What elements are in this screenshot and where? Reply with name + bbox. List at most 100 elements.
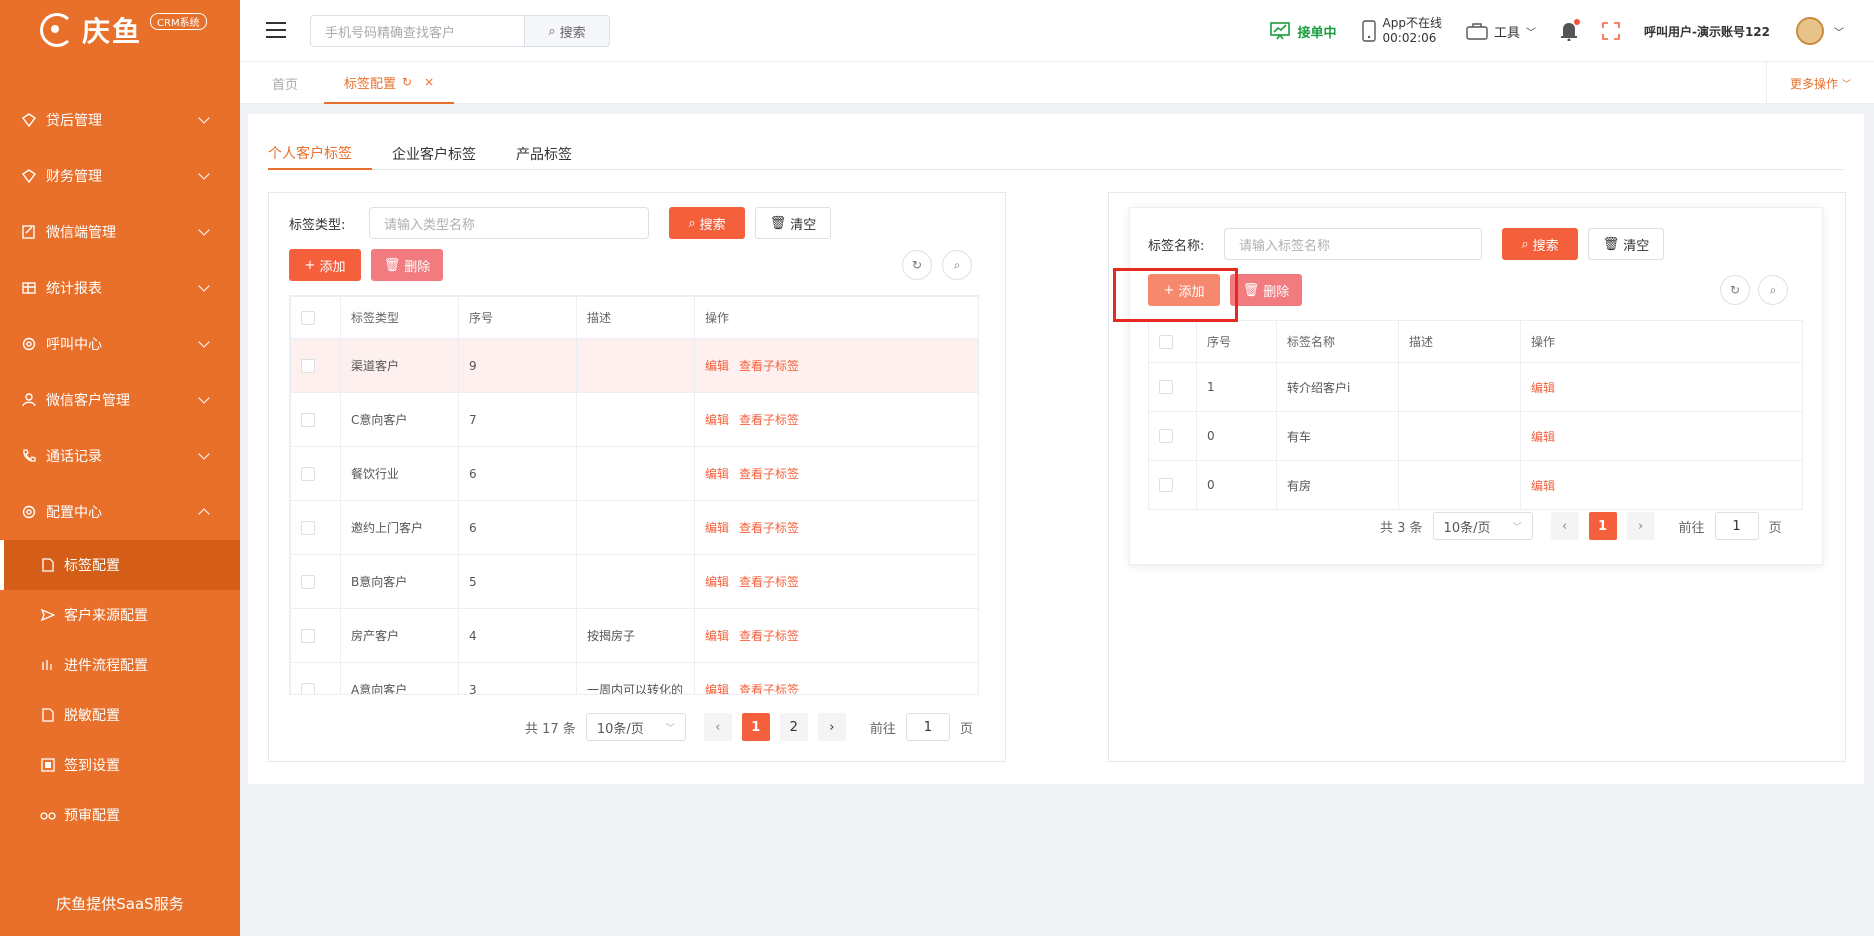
tab-personal-tags[interactable]: 个人客户标签 xyxy=(268,138,372,170)
prev-page-button[interactable]: ‹ xyxy=(703,713,732,741)
row-checkbox[interactable] xyxy=(301,574,315,589)
sidebar-item-call-center[interactable]: 呼叫中心 xyxy=(0,316,240,372)
table-row[interactable]: 餐饮行业 6 编辑 查看子标签 xyxy=(290,446,978,501)
sidebar-subitem-desensitize-config[interactable]: 脱敏配置 xyxy=(0,690,240,740)
refresh-button[interactable]: ↻ xyxy=(1720,275,1750,305)
row-checkbox[interactable] xyxy=(301,628,315,643)
tab-product-tags[interactable]: 产品标签 xyxy=(516,138,592,170)
view-subtags-link[interactable]: 查看子标签 xyxy=(739,413,799,427)
fullscreen-button[interactable] xyxy=(1602,22,1620,40)
view-subtags-link[interactable]: 查看子标签 xyxy=(739,629,799,643)
sidebar-subitem-precheck-config[interactable]: 预审配置 xyxy=(0,790,240,840)
add-button[interactable]: + 添加 xyxy=(289,249,361,281)
table-row[interactable]: 房产客户 4 按揭房子 编辑 查看子标签 xyxy=(290,608,978,663)
goto-page-input[interactable]: 1 xyxy=(1714,512,1759,540)
row-checkbox[interactable] xyxy=(1159,380,1173,394)
edit-link[interactable]: 编辑 xyxy=(705,575,729,589)
page-1-button[interactable]: 1 xyxy=(1588,512,1617,540)
view-subtags-link[interactable]: 查看子标签 xyxy=(739,575,799,589)
table-row[interactable]: 0 有房 编辑 xyxy=(1148,460,1803,510)
delete-button[interactable]: 🗑 删除 xyxy=(371,249,443,281)
customer-search-input[interactable]: 手机号码精确查找客户 xyxy=(310,15,525,47)
edit-link[interactable]: 编辑 xyxy=(1531,479,1555,493)
row-checkbox[interactable] xyxy=(301,520,315,535)
table-row[interactable]: 渠道客户 9 编辑 查看子标签 xyxy=(290,338,978,393)
sidebar-item-post-loan[interactable]: 贷后管理 xyxy=(0,92,240,148)
row-checkbox[interactable] xyxy=(301,358,315,373)
column-header: 序号 xyxy=(458,296,577,339)
delete-button[interactable]: 🗑 删除 xyxy=(1230,274,1302,306)
page-1-button[interactable]: 1 xyxy=(741,713,770,741)
next-page-button[interactable]: › xyxy=(1626,512,1655,540)
tab-company-tags[interactable]: 企业客户标签 xyxy=(392,138,496,170)
table-row[interactable]: B意向客户 5 编辑 查看子标签 xyxy=(290,554,978,609)
tag-name-input[interactable]: 请输入标签名称 xyxy=(1224,228,1482,260)
view-subtags-link[interactable]: 查看子标签 xyxy=(739,521,799,535)
sidebar-item-wechat[interactable]: 微信端管理 xyxy=(0,204,240,260)
table-row[interactable]: 邀约上门客户 6 编辑 查看子标签 xyxy=(290,500,978,555)
row-checkbox[interactable] xyxy=(301,412,315,427)
edit-link[interactable]: 编辑 xyxy=(705,629,729,643)
app-status[interactable]: App不在线 00:02:06 xyxy=(1361,16,1442,46)
edit-link[interactable]: 编辑 xyxy=(705,683,729,694)
sidebar-subitem-flow-config[interactable]: 进件流程配置 xyxy=(0,640,240,690)
table-row[interactable]: 0 有车 编辑 xyxy=(1148,411,1803,461)
sidebar-item-finance[interactable]: 财务管理 xyxy=(0,148,240,204)
search-button[interactable]: ⌕ 搜索 xyxy=(1502,228,1578,260)
edit-link[interactable]: 编辑 xyxy=(1531,430,1555,444)
page-size-select[interactable]: 10条/页 ﹀ xyxy=(1432,512,1533,540)
page-size-select[interactable]: 10条/页 ﹀ xyxy=(585,713,686,741)
sidebar-item-config-center[interactable]: 配置中心 xyxy=(0,484,240,540)
tag-name-cell: 有房 xyxy=(1276,460,1399,510)
page-2-button[interactable]: 2 xyxy=(779,713,808,741)
sidebar-item-reports[interactable]: 统计报表 xyxy=(0,260,240,316)
edit-link[interactable]: 编辑 xyxy=(705,359,729,373)
tab-tag-config[interactable]: 标签配置 ↻ × xyxy=(324,62,455,104)
row-checkbox[interactable] xyxy=(301,682,315,694)
row-checkbox[interactable] xyxy=(1159,429,1173,443)
row-checkbox[interactable] xyxy=(1159,478,1173,492)
tools-dropdown[interactable]: 工具 ﹀ xyxy=(1466,22,1536,41)
notification-bell[interactable] xyxy=(1560,19,1580,41)
sidebar-subitem-source-config[interactable]: 客户来源配置 xyxy=(0,590,240,640)
more-operations-dropdown[interactable]: 更多操作 ﹀ xyxy=(1766,62,1874,104)
sidebar-subitem-tag-config[interactable]: 标签配置 xyxy=(0,540,240,590)
customer-search-button[interactable]: ⌕ 搜索 xyxy=(525,15,610,47)
refresh-icon[interactable]: ↻ xyxy=(402,75,412,89)
refresh-button[interactable]: ↻ xyxy=(902,250,932,280)
sidebar-item-label: 呼叫中心 xyxy=(46,337,102,353)
edit-link[interactable]: 编辑 xyxy=(705,413,729,427)
table-row[interactable]: C意向客户 7 编辑 查看子标签 xyxy=(290,392,978,447)
sidebar-item-wechat-customers[interactable]: 微信客户管理 xyxy=(0,372,240,428)
logo[interactable]: 庆鱼 CRM系统 xyxy=(0,0,240,60)
clear-button[interactable]: 🗑 清空 xyxy=(1588,228,1664,260)
tab-home[interactable]: 首页 xyxy=(272,62,298,104)
select-all-checkbox[interactable] xyxy=(1159,334,1173,349)
clear-button[interactable]: 🗑 清空 xyxy=(755,207,831,239)
edit-link[interactable]: 编辑 xyxy=(705,521,729,535)
view-subtags-link[interactable]: 查看子标签 xyxy=(739,683,799,694)
edit-link[interactable]: 编辑 xyxy=(705,467,729,481)
next-page-button[interactable]: › xyxy=(817,713,846,741)
chevron-down-icon xyxy=(198,168,210,180)
table-row[interactable]: A意向客户 3 一周内可以转化的 编辑 查看子标签 xyxy=(290,662,978,694)
sidebar-item-call-records[interactable]: 通话记录 xyxy=(0,428,240,484)
table-row[interactable]: 1 转介绍客户i 编辑 xyxy=(1148,362,1803,412)
row-checkbox[interactable] xyxy=(301,466,315,481)
order-status-toggle[interactable]: 接单中 xyxy=(1269,21,1337,41)
goto-page-input[interactable]: 1 xyxy=(905,713,950,741)
view-subtags-link[interactable]: 查看子标签 xyxy=(739,467,799,481)
left-pagination: 共 17 条 10条/页 ﹀ ‹ 1 2 › 前往 1 页 xyxy=(525,713,973,741)
menu-toggle-icon[interactable] xyxy=(266,22,286,38)
select-all-checkbox[interactable] xyxy=(301,310,315,325)
search-toggle-button[interactable]: ⌕ xyxy=(1758,275,1788,305)
search-toggle-button[interactable]: ⌕ xyxy=(942,250,972,280)
user-menu[interactable]: 呼叫用户-演示账号122 ﹀ xyxy=(1644,17,1844,45)
sidebar-subitem-checkin-settings[interactable]: 签到设置 xyxy=(0,740,240,790)
edit-link[interactable]: 编辑 xyxy=(1531,381,1555,395)
prev-page-button[interactable]: ‹ xyxy=(1550,512,1579,540)
tag-type-input[interactable]: 请输入类型名称 xyxy=(369,207,649,239)
view-subtags-link[interactable]: 查看子标签 xyxy=(739,359,799,373)
search-button[interactable]: ⌕ 搜索 xyxy=(669,207,745,239)
close-icon[interactable]: × xyxy=(424,75,434,89)
